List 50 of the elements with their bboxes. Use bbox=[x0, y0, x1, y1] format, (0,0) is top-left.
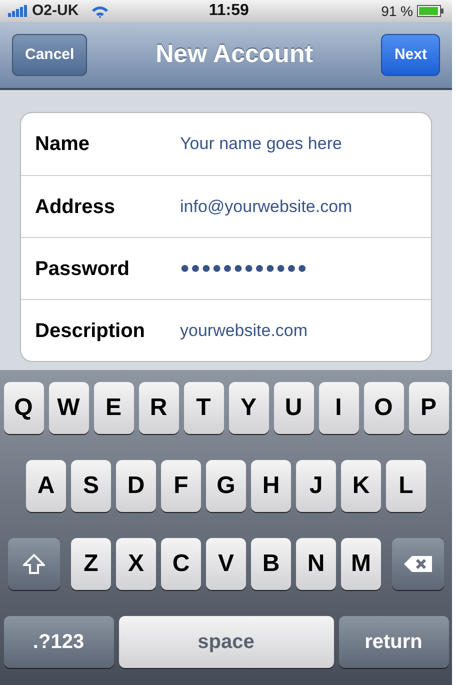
letter-key[interactable]: G bbox=[206, 460, 246, 512]
letter-key[interactable]: Q bbox=[4, 382, 44, 434]
letter-key[interactable]: E bbox=[94, 382, 134, 434]
letter-key[interactable]: N bbox=[296, 538, 336, 590]
letter-key[interactable]: K bbox=[341, 460, 381, 512]
letter-key[interactable]: C bbox=[161, 538, 201, 590]
backspace-icon bbox=[403, 555, 433, 573]
letter-key[interactable]: P bbox=[408, 382, 448, 434]
letter-key[interactable]: J bbox=[296, 460, 336, 512]
battery-percent: 91 % bbox=[381, 2, 413, 20]
field-label: Address bbox=[35, 194, 116, 220]
clock-time: 11:59 bbox=[208, 1, 249, 21]
next-button[interactable]: Next bbox=[381, 34, 440, 76]
field-label: Name bbox=[35, 132, 90, 157]
mode-key[interactable]: return bbox=[338, 616, 448, 668]
letter-key[interactable]: H bbox=[251, 460, 291, 512]
letter-key[interactable]: U bbox=[274, 382, 314, 434]
shift-arrow-icon bbox=[23, 553, 45, 575]
password-field[interactable]: ●●●●●●●●●●●● bbox=[180, 256, 308, 280]
letter-key[interactable]: M bbox=[341, 538, 381, 590]
delete-key[interactable] bbox=[392, 538, 444, 590]
field-label: Password bbox=[35, 256, 130, 282]
letter-key[interactable]: B bbox=[251, 538, 291, 590]
letter-key[interactable]: R bbox=[138, 382, 178, 434]
space-key[interactable]: space bbox=[118, 616, 334, 668]
carrier-name: O2-UK bbox=[32, 0, 79, 21]
mode-key[interactable]: .?123 bbox=[4, 616, 114, 668]
letter-key[interactable]: Z bbox=[71, 538, 111, 590]
input-field[interactable]: info@yourwebsite.com bbox=[180, 194, 352, 220]
shift-key[interactable] bbox=[8, 538, 60, 590]
cancel-button[interactable]: Cancel bbox=[12, 34, 88, 76]
wifi-icon bbox=[90, 4, 109, 18]
input-field[interactable]: yourwebsite.com bbox=[180, 318, 308, 344]
battery-icon bbox=[416, 5, 444, 17]
field-label: Description bbox=[35, 318, 146, 344]
letter-key[interactable]: W bbox=[48, 382, 88, 434]
letter-key[interactable]: V bbox=[206, 538, 246, 590]
letter-key[interactable]: D bbox=[116, 460, 156, 512]
signal-icon bbox=[8, 5, 28, 17]
screen-title: New Account bbox=[156, 39, 314, 70]
letter-key[interactable]: A bbox=[26, 460, 66, 512]
letter-key[interactable]: L bbox=[386, 460, 426, 512]
letter-key[interactable]: X bbox=[116, 538, 156, 590]
letter-key[interactable]: T bbox=[184, 382, 224, 434]
letter-key[interactable]: S bbox=[71, 460, 111, 512]
letter-key[interactable]: F bbox=[161, 460, 201, 512]
letter-key[interactable]: I bbox=[318, 382, 358, 434]
letter-key[interactable]: O bbox=[364, 382, 404, 434]
letter-key[interactable]: Y bbox=[228, 382, 268, 434]
input-field[interactable]: Your name goes here bbox=[180, 131, 342, 157]
